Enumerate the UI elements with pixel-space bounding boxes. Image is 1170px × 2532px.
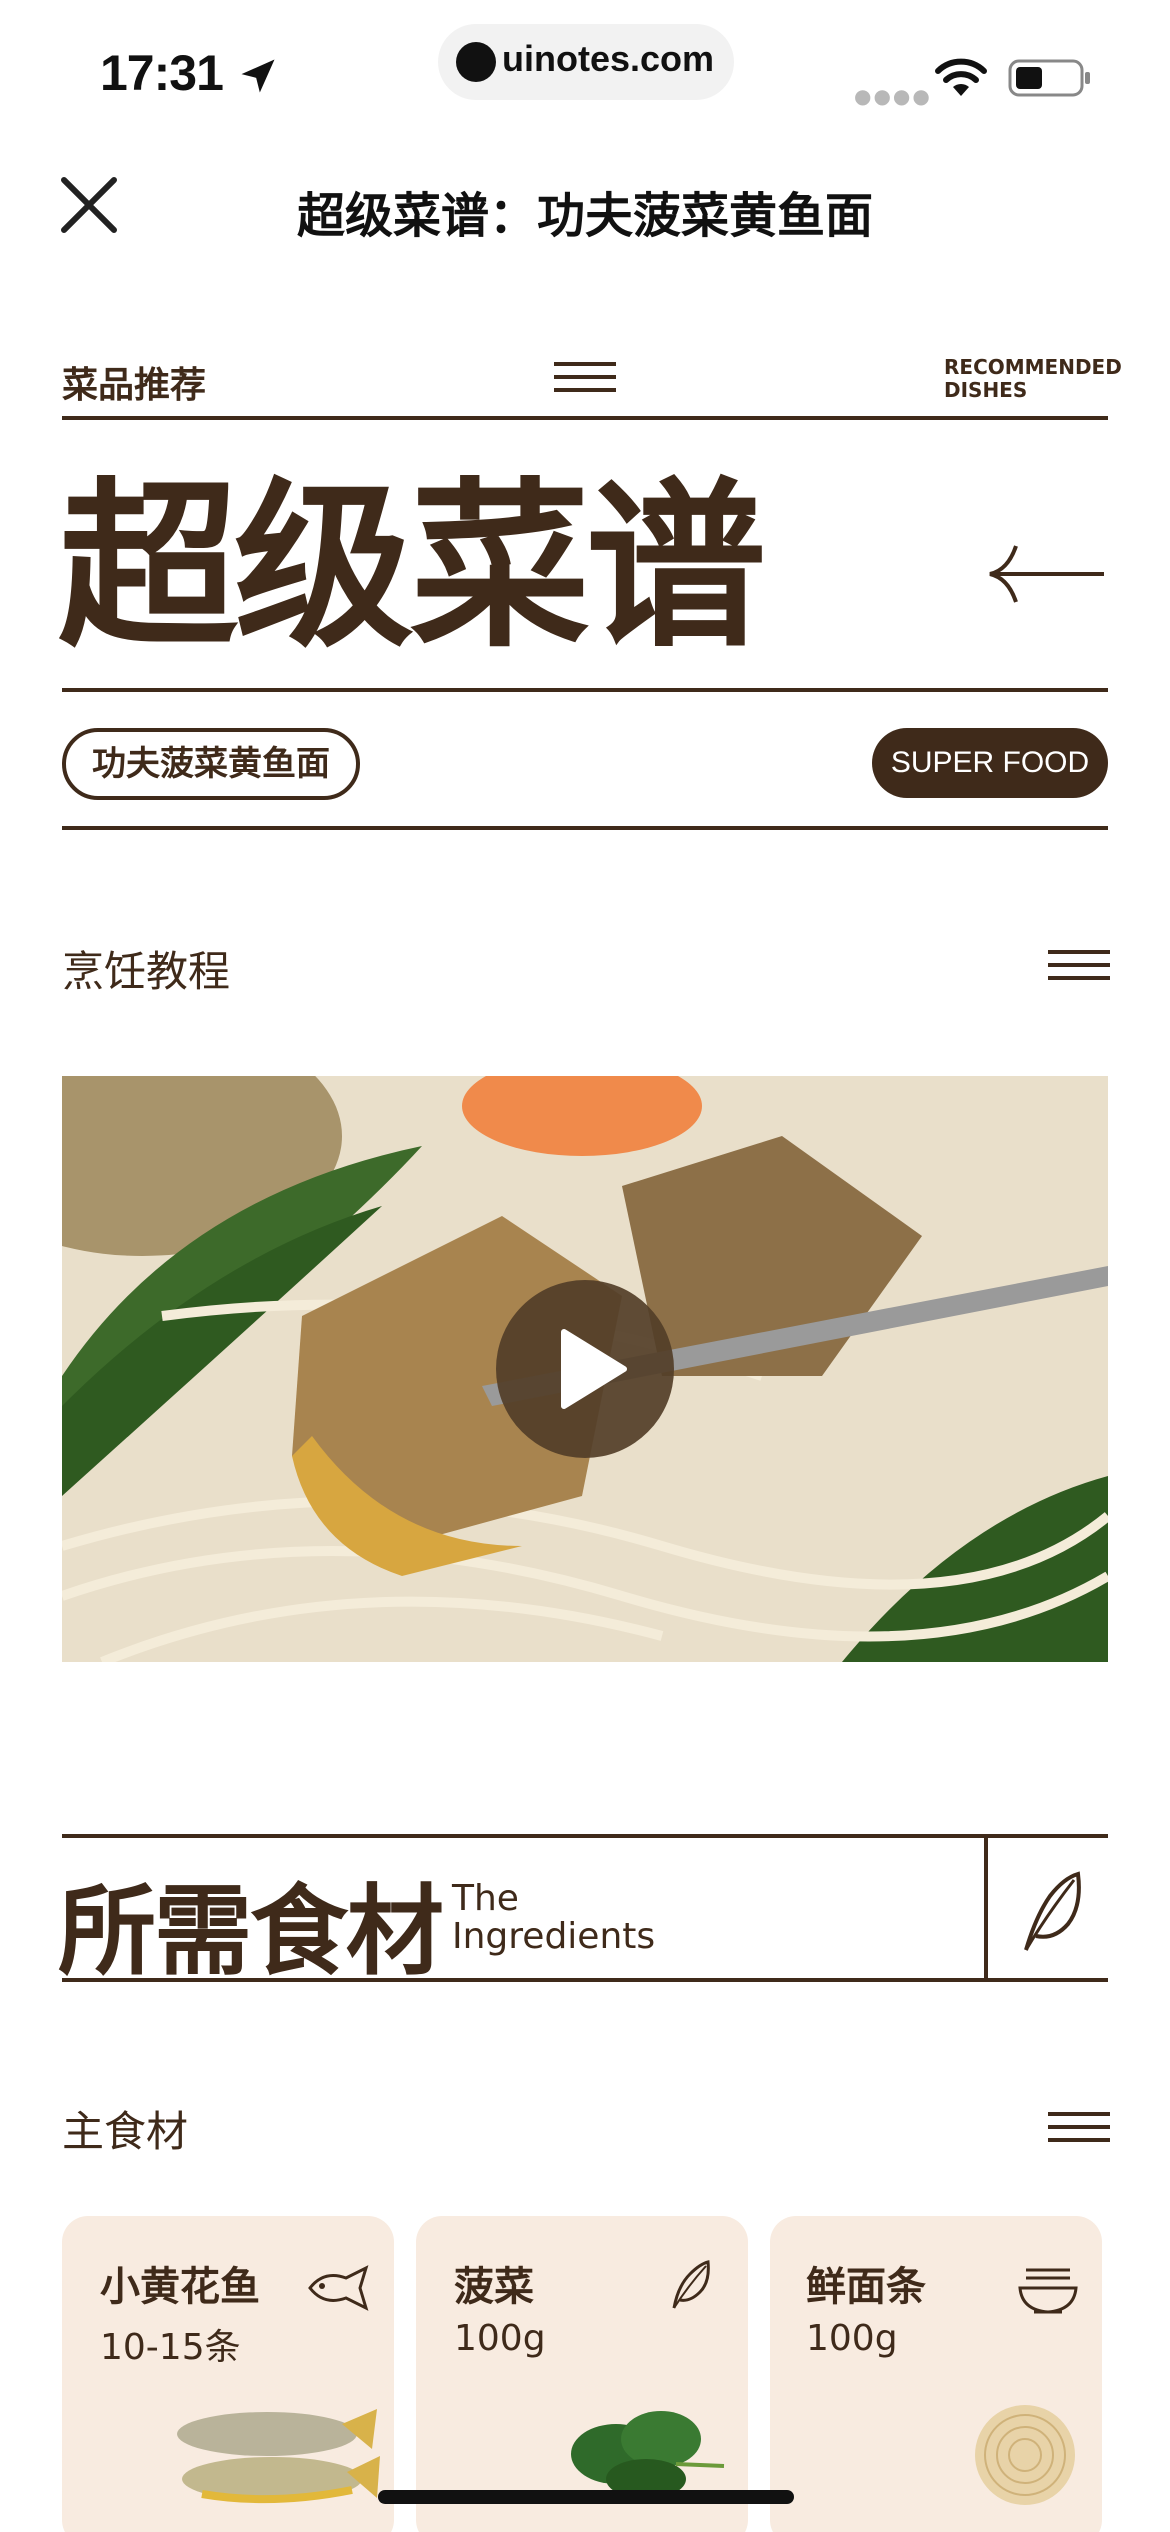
play-button[interactable]	[496, 1280, 674, 1458]
leaf-icon	[1024, 1871, 1081, 1951]
ingredient-card[interactable]: 菠菜 100g	[416, 2216, 748, 2532]
ingredient-card[interactable]: 小黄花鱼 10-15条	[62, 2216, 394, 2532]
menu-icon[interactable]	[554, 362, 616, 396]
battery-icon	[1008, 59, 1090, 97]
ingredients-subtitle: The Ingredients	[452, 1880, 655, 1956]
ingredients-subtitle-line2: Ingredients	[452, 1916, 656, 1957]
recommend-label: 菜品推荐	[62, 365, 207, 406]
noodle-bowl-icon	[1018, 2268, 1078, 2314]
play-icon	[561, 1329, 627, 1409]
ingredient-name: 鲜面条	[806, 2264, 926, 2310]
location-arrow-icon	[241, 59, 275, 93]
home-indicator[interactable]	[378, 2490, 794, 2504]
fish-icon	[308, 2265, 369, 2311]
ingredient-qty: 10-15条	[100, 2327, 241, 2368]
ingredient-qty: 100g	[454, 2318, 546, 2359]
super-food-badge: SUPER FOOD	[872, 728, 1108, 798]
fresh-noodles-image	[975, 2405, 1075, 2505]
page-title: 超级菜谱：功夫菠菜黄鱼面	[296, 188, 873, 244]
divider	[984, 1834, 988, 1982]
dish-name-tag: 功夫菠菜黄鱼面	[62, 728, 360, 800]
ingredients-title: 所需食材	[58, 1875, 444, 1989]
recommend-en-line1: RECOMMENDED	[944, 355, 1122, 379]
recommend-en-label: RECOMMENDED DISHES	[944, 356, 1122, 402]
divider	[62, 416, 1108, 420]
ingredients-subtitle-line1: The	[452, 1878, 519, 1919]
status-time: 17:31	[100, 45, 224, 101]
arrow-left-icon[interactable]	[986, 540, 1108, 608]
menu-icon[interactable]	[1048, 950, 1110, 984]
ingredient-qty: 100g	[806, 2318, 898, 2359]
main-ingredients-label: 主食材	[62, 2107, 189, 2156]
ingredient-name: 菠菜	[454, 2264, 534, 2310]
hero-title: 超级菜谱	[58, 463, 766, 672]
wifi-icon	[935, 58, 987, 96]
divider	[62, 688, 1108, 692]
menu-icon[interactable]	[1048, 2112, 1110, 2146]
ingredient-card[interactable]: 鲜面条 100g	[770, 2216, 1102, 2532]
url-text[interactable]: uinotes.com	[502, 38, 714, 80]
ingredient-name: 小黄花鱼	[100, 2264, 260, 2310]
yellow-croaker-image	[177, 2409, 380, 2504]
leaf-icon	[672, 2260, 710, 2309]
site-logo-icon	[456, 42, 496, 82]
signal-dots-icon: ●●●●	[854, 84, 932, 108]
tutorial-label: 烹饪教程	[62, 947, 231, 996]
spinach-image	[571, 2411, 725, 2499]
recommend-en-line2: DISHES	[944, 378, 1028, 402]
divider	[62, 826, 1108, 830]
